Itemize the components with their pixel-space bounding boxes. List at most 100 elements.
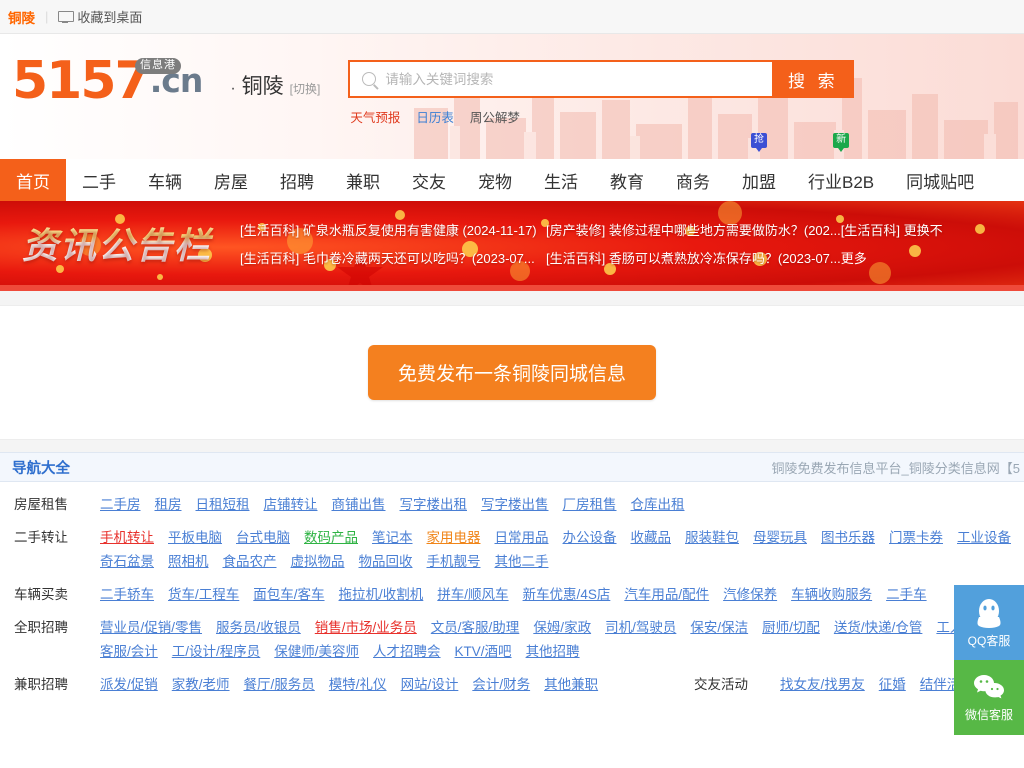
cat-link[interactable]: 办公设备: [563, 527, 617, 549]
nav-item-vehicles[interactable]: 车辆: [132, 159, 198, 201]
cat-link[interactable]: 人才招聘会: [373, 641, 441, 663]
cat-link[interactable]: 照相机: [168, 551, 209, 573]
news-item[interactable]: [生活百科] 毛巾卷冷藏两天还可以吃吗？(2023-07...: [240, 248, 546, 267]
add-to-desktop-link[interactable]: 收藏到桌面: [58, 7, 142, 26]
city-selector[interactable]: · 铜陵 [切换]: [230, 70, 320, 100]
cat-link[interactable]: 手机转让: [100, 527, 154, 549]
nav-item-business[interactable]: 商务: [660, 159, 726, 201]
cat-link[interactable]: 拖拉机/收割机: [339, 584, 424, 606]
cat-link[interactable]: 二手轿车: [100, 584, 154, 606]
cat-link[interactable]: 送货/快递/仓管: [834, 617, 923, 639]
search-input[interactable]: [385, 71, 756, 87]
quicklink-weather[interactable]: 天气预报: [350, 107, 400, 126]
cat-link[interactable]: 其他二手: [495, 551, 549, 573]
cat-link[interactable]: 数码产品: [304, 527, 358, 549]
search-box[interactable]: [348, 60, 773, 98]
qq-service-button[interactable]: QQ客服: [954, 585, 1024, 660]
cat-link[interactable]: KTV/酒吧: [455, 641, 512, 663]
cat-link[interactable]: 奇石盆景: [100, 551, 154, 573]
cat-link[interactable]: 店铺转让: [264, 494, 318, 516]
cat-link[interactable]: 家教/老师: [172, 674, 230, 696]
cat-link[interactable]: 模特/礼仪: [329, 674, 387, 696]
cat-link[interactable]: 图书乐器: [821, 527, 875, 549]
news-item[interactable]: [房产装修] 装修过程中哪些地方需要做防水？(202...: [546, 220, 841, 239]
news-more-link[interactable]: 更多: [841, 248, 1024, 267]
cat-link[interactable]: 写字楼出售: [481, 494, 549, 516]
nav-item-education[interactable]: 教育: [594, 159, 660, 201]
cat-link[interactable]: 门票卡券: [889, 527, 943, 549]
cat-link[interactable]: 平板电脑: [168, 527, 222, 549]
city-switch-link[interactable]: [切换]: [290, 80, 321, 97]
nav-item-life[interactable]: 生活: [528, 159, 594, 201]
nav-item-secondhand[interactable]: 二手: [66, 159, 132, 201]
cat-link[interactable]: 保安/保洁: [690, 617, 748, 639]
cat-link[interactable]: 会计/财务: [472, 674, 530, 696]
cat-link[interactable]: 派发/促销: [100, 674, 158, 696]
nav-item-local-forum[interactable]: 同城贴吧: [890, 159, 990, 201]
nav-item-parttime[interactable]: 兼职: [330, 159, 396, 201]
nav-item-b2b[interactable]: 新 行业B2B: [792, 133, 890, 201]
search-button[interactable]: 搜 索: [772, 60, 855, 98]
cat-link[interactable]: 销售/市场/业务员: [315, 617, 417, 639]
nav-item-franchise[interactable]: 抢 加盟: [726, 133, 792, 201]
news-item[interactable]: [生活百科] 更换不: [841, 220, 1024, 239]
cat-link[interactable]: 写字楼出租: [400, 494, 468, 516]
cat-link[interactable]: 二手车: [886, 584, 927, 606]
quicklink-dream[interactable]: 周公解梦: [470, 107, 520, 126]
cat-link[interactable]: 物品回收: [359, 551, 413, 573]
cat-link[interactable]: 网站/设计: [401, 674, 459, 696]
cat-link[interactable]: 客服/会计: [100, 641, 158, 663]
cat-link[interactable]: 服务员/收银员: [216, 617, 301, 639]
nav-item-jobs[interactable]: 招聘: [264, 159, 330, 201]
cat-link[interactable]: 家用电器: [427, 527, 481, 549]
cat-link[interactable]: 服装鞋包: [685, 527, 739, 549]
cat-link[interactable]: 日常用品: [495, 527, 549, 549]
cat-link[interactable]: 餐厅/服务员: [244, 674, 315, 696]
cat-link[interactable]: 营业员/促销/零售: [100, 617, 202, 639]
news-item[interactable]: [生活百科] 矿泉水瓶反复使用有害健康 (2024-11-17): [240, 220, 546, 239]
cat-link[interactable]: 汽修保养: [723, 584, 777, 606]
nav-item-housing[interactable]: 房屋: [198, 159, 264, 201]
cat-link[interactable]: 日租短租: [196, 494, 250, 516]
cat-link[interactable]: 其他招聘: [526, 641, 580, 663]
cat-link[interactable]: 食品农产: [223, 551, 277, 573]
cat-link[interactable]: 文员/客服/助理: [431, 617, 520, 639]
cat-link[interactable]: 工/设计/程序员: [172, 641, 261, 663]
news-item[interactable]: [生活百科] 香肠可以煮熟放冷冻保存吗？(2023-07...: [546, 248, 841, 267]
cat-link[interactable]: 母婴玩具: [753, 527, 807, 549]
cat-link[interactable]: 笔记本: [372, 527, 413, 549]
cat-link[interactable]: 保姆/家政: [533, 617, 591, 639]
nav-item-pets[interactable]: 宠物: [462, 159, 528, 201]
quicklink-calendar[interactable]: 日历表: [416, 107, 454, 126]
cat-link[interactable]: 其他兼职: [544, 674, 598, 696]
nav-item-home[interactable]: 首页: [0, 159, 66, 201]
cat-link[interactable]: 新车优惠/4S店: [523, 584, 611, 606]
cat-link[interactable]: 手机靓号: [427, 551, 481, 573]
cat-link[interactable]: 厨师/切配: [762, 617, 820, 639]
cat-link[interactable]: 货车/工程车: [168, 584, 239, 606]
cat-link[interactable]: 厂房租售: [563, 494, 617, 516]
cat-link[interactable]: 拼车/顺风车: [437, 584, 508, 606]
cat-link[interactable]: 商铺出售: [332, 494, 386, 516]
category-links: 二手房 租房 日租短租 店铺转让 商铺出售 写字楼出租 写字楼出售 厂房租售 仓…: [100, 494, 685, 516]
cat-link[interactable]: 找女友/找男友: [780, 674, 865, 696]
cat-link[interactable]: 汽车用品/配件: [624, 584, 709, 606]
cat-link[interactable]: 司机/驾驶员: [605, 617, 676, 639]
cat-link[interactable]: 保健师/美容师: [274, 641, 359, 663]
wechat-service-button[interactable]: 微信客服: [954, 660, 1024, 735]
cat-link[interactable]: 面包车/客车: [253, 584, 324, 606]
cat-link[interactable]: 租房: [155, 494, 182, 516]
free-publish-button[interactable]: 免费发布一条铜陵同城信息: [367, 345, 656, 400]
site-logo[interactable]: 5157 .cn 信息港: [12, 55, 203, 107]
cat-link[interactable]: 二手房: [100, 494, 141, 516]
cat-link[interactable]: 工业设备: [957, 527, 1011, 549]
nav-item-friends[interactable]: 交友: [396, 159, 462, 201]
cat-link[interactable]: 收藏品: [631, 527, 672, 549]
cat-link[interactable]: 台式电脑: [236, 527, 290, 549]
topbar-city-link[interactable]: 铜陵: [8, 7, 35, 27]
cat-link[interactable]: 仓库出租: [631, 494, 685, 516]
cat-link[interactable]: 征婚: [879, 674, 906, 696]
city-dot: ·: [230, 80, 236, 97]
cat-link[interactable]: 虚拟物品: [291, 551, 345, 573]
cat-link[interactable]: 车辆收购服务: [791, 584, 872, 606]
